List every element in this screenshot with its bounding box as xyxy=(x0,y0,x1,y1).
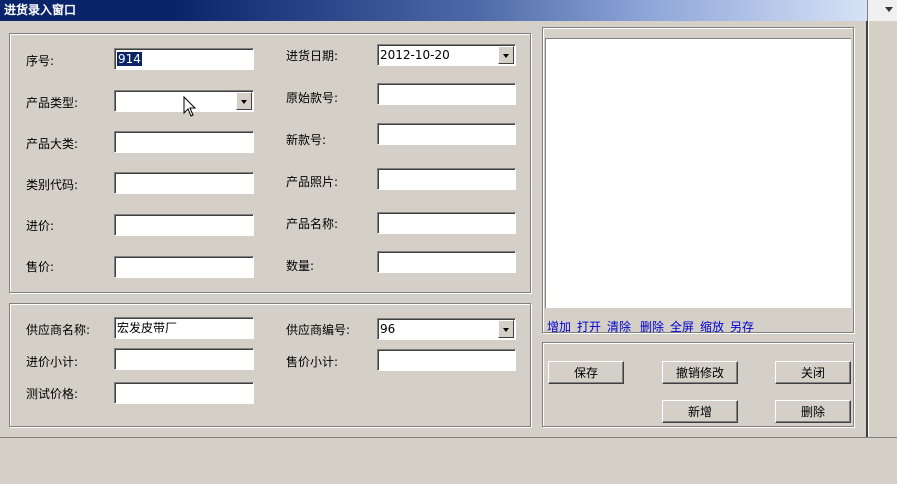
new-model-input[interactable] xyxy=(377,123,516,145)
chevron-down-icon xyxy=(503,328,509,332)
new-model-label: 新款号: xyxy=(286,133,327,147)
chevron-down-icon xyxy=(885,7,893,12)
product-type-label: 产品类型: xyxy=(26,96,79,110)
date-label: 进货日期: xyxy=(286,49,339,63)
quantity-label: 数量: xyxy=(286,259,315,273)
test-price-input[interactable] xyxy=(114,382,254,404)
sale-price-label: 售价: xyxy=(26,260,55,274)
supplier-code-dropdown-button[interactable] xyxy=(498,320,514,338)
original-model-label: 原始款号: xyxy=(286,91,339,105)
serial-input[interactable]: 914 xyxy=(114,48,254,70)
close-button[interactable]: 关闭 xyxy=(775,361,851,384)
date-combo[interactable]: 2012-10-20 xyxy=(377,44,516,66)
product-name-input[interactable] xyxy=(377,212,516,234)
sale-subtotal-label: 售价小计: xyxy=(286,355,339,369)
add-new-button[interactable]: 新增 xyxy=(662,400,738,423)
supplier-code-label: 供应商编号: xyxy=(286,323,351,337)
image-clear-link[interactable]: 清除 xyxy=(607,318,631,335)
quantity-input[interactable] xyxy=(377,251,516,273)
serial-label: 序号: xyxy=(26,54,55,68)
image-save-as-link[interactable]: 另存 xyxy=(730,318,754,335)
category-label: 产品大类: xyxy=(26,137,79,151)
purchase-price-input[interactable] xyxy=(114,214,254,236)
product-name-label: 产品名称: xyxy=(286,217,339,231)
supplier-name-input[interactable]: 宏发皮带厂 xyxy=(114,317,254,339)
supplier-code-value: 96 xyxy=(380,322,396,336)
delete-button[interactable]: 删除 xyxy=(775,400,851,423)
image-open-link[interactable]: 打开 xyxy=(577,318,601,335)
right-strip xyxy=(868,21,897,437)
photo-label: 产品照片: xyxy=(286,175,339,189)
window-menu-dropdown[interactable] xyxy=(867,0,897,21)
category-code-input[interactable] xyxy=(114,172,254,194)
purchase-subtotal-label: 进价小计: xyxy=(26,355,79,369)
purchase-subtotal-input[interactable] xyxy=(114,348,254,370)
serial-value: 914 xyxy=(117,52,142,66)
image-delete-link[interactable]: 删除 xyxy=(640,318,664,335)
chevron-down-icon xyxy=(503,54,509,58)
date-dropdown-button[interactable] xyxy=(498,46,514,64)
test-price-label: 测试价格: xyxy=(26,387,79,401)
product-image-area xyxy=(545,38,851,308)
supplier-name-label: 供应商名称: xyxy=(26,323,91,337)
chevron-down-icon xyxy=(241,100,247,104)
image-zoom-link[interactable]: 缩放 xyxy=(700,318,724,335)
window-titlebar: 进货录入窗口 xyxy=(0,0,867,21)
save-button[interactable]: 保存 xyxy=(548,361,624,384)
bottom-bar xyxy=(0,437,897,484)
product-type-dropdown-button[interactable] xyxy=(236,92,252,110)
original-model-input[interactable] xyxy=(377,83,516,105)
undo-changes-button[interactable]: 撤销修改 xyxy=(662,361,738,384)
supplier-name-value: 宏发皮带厂 xyxy=(117,321,178,335)
category-code-label: 类别代码: xyxy=(26,178,79,192)
supplier-code-combo[interactable]: 96 xyxy=(377,318,516,340)
sale-price-input[interactable] xyxy=(114,256,254,278)
date-value: 2012-10-20 xyxy=(380,48,450,62)
category-input[interactable] xyxy=(114,131,254,153)
mouse-cursor-icon xyxy=(183,96,197,117)
sale-subtotal-input[interactable] xyxy=(377,349,516,371)
purchase-price-label: 进价: xyxy=(26,219,55,233)
image-fullscreen-link[interactable]: 全屏 xyxy=(670,318,694,335)
photo-input[interactable] xyxy=(377,168,516,190)
window-title: 进货录入窗口 xyxy=(4,3,77,17)
image-add-link[interactable]: 增加 xyxy=(547,318,571,335)
